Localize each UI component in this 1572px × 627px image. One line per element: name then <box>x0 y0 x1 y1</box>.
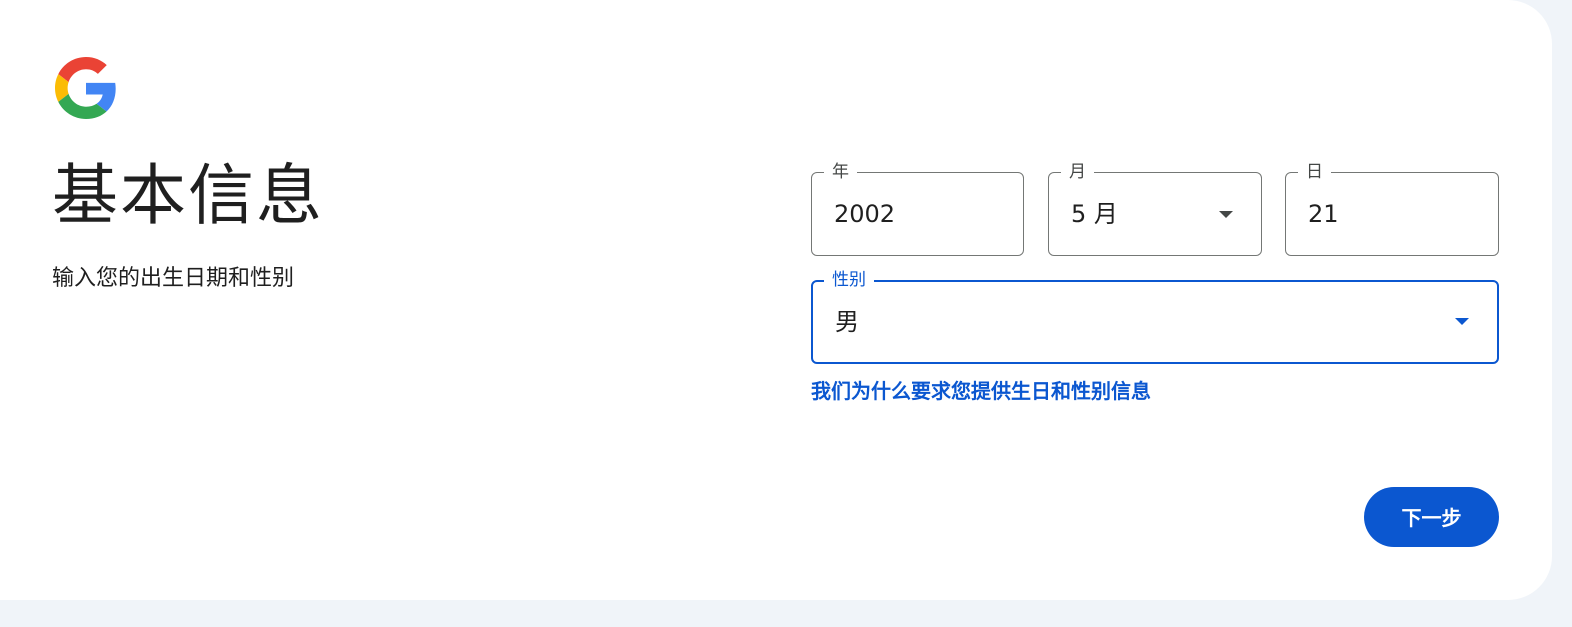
page-subtitle: 输入您的出生日期和性别 <box>52 266 295 291</box>
month-value: 5 月 <box>1071 200 1118 228</box>
year-label: 年 <box>824 161 857 183</box>
day-field[interactable]: 日 21 <box>1285 161 1499 256</box>
gender-select[interactable]: 性别 男 <box>811 269 1499 364</box>
month-select[interactable]: 月 5 月 <box>1048 161 1262 256</box>
page-title: 基本信息 <box>52 157 324 234</box>
signup-card: 基本信息 输入您的出生日期和性别 年 2002 月 5 月 日 21 性别 男 … <box>0 0 1552 600</box>
next-button[interactable]: 下一步 <box>1364 487 1499 547</box>
day-input[interactable]: 21 <box>1308 198 1339 230</box>
arrow-drop-down-icon <box>1455 318 1469 325</box>
year-input[interactable]: 2002 <box>834 198 895 230</box>
day-label: 日 <box>1298 161 1331 183</box>
arrow-drop-down-icon <box>1219 211 1233 218</box>
why-birthday-gender-link[interactable]: 我们为什么要求您提供生日和性别信息 <box>811 376 1151 406</box>
google-logo-icon <box>55 57 117 119</box>
gender-label: 性别 <box>824 269 874 291</box>
year-field[interactable]: 年 2002 <box>811 161 1024 256</box>
gender-value: 男 <box>835 308 859 336</box>
month-label: 月 <box>1061 161 1094 183</box>
